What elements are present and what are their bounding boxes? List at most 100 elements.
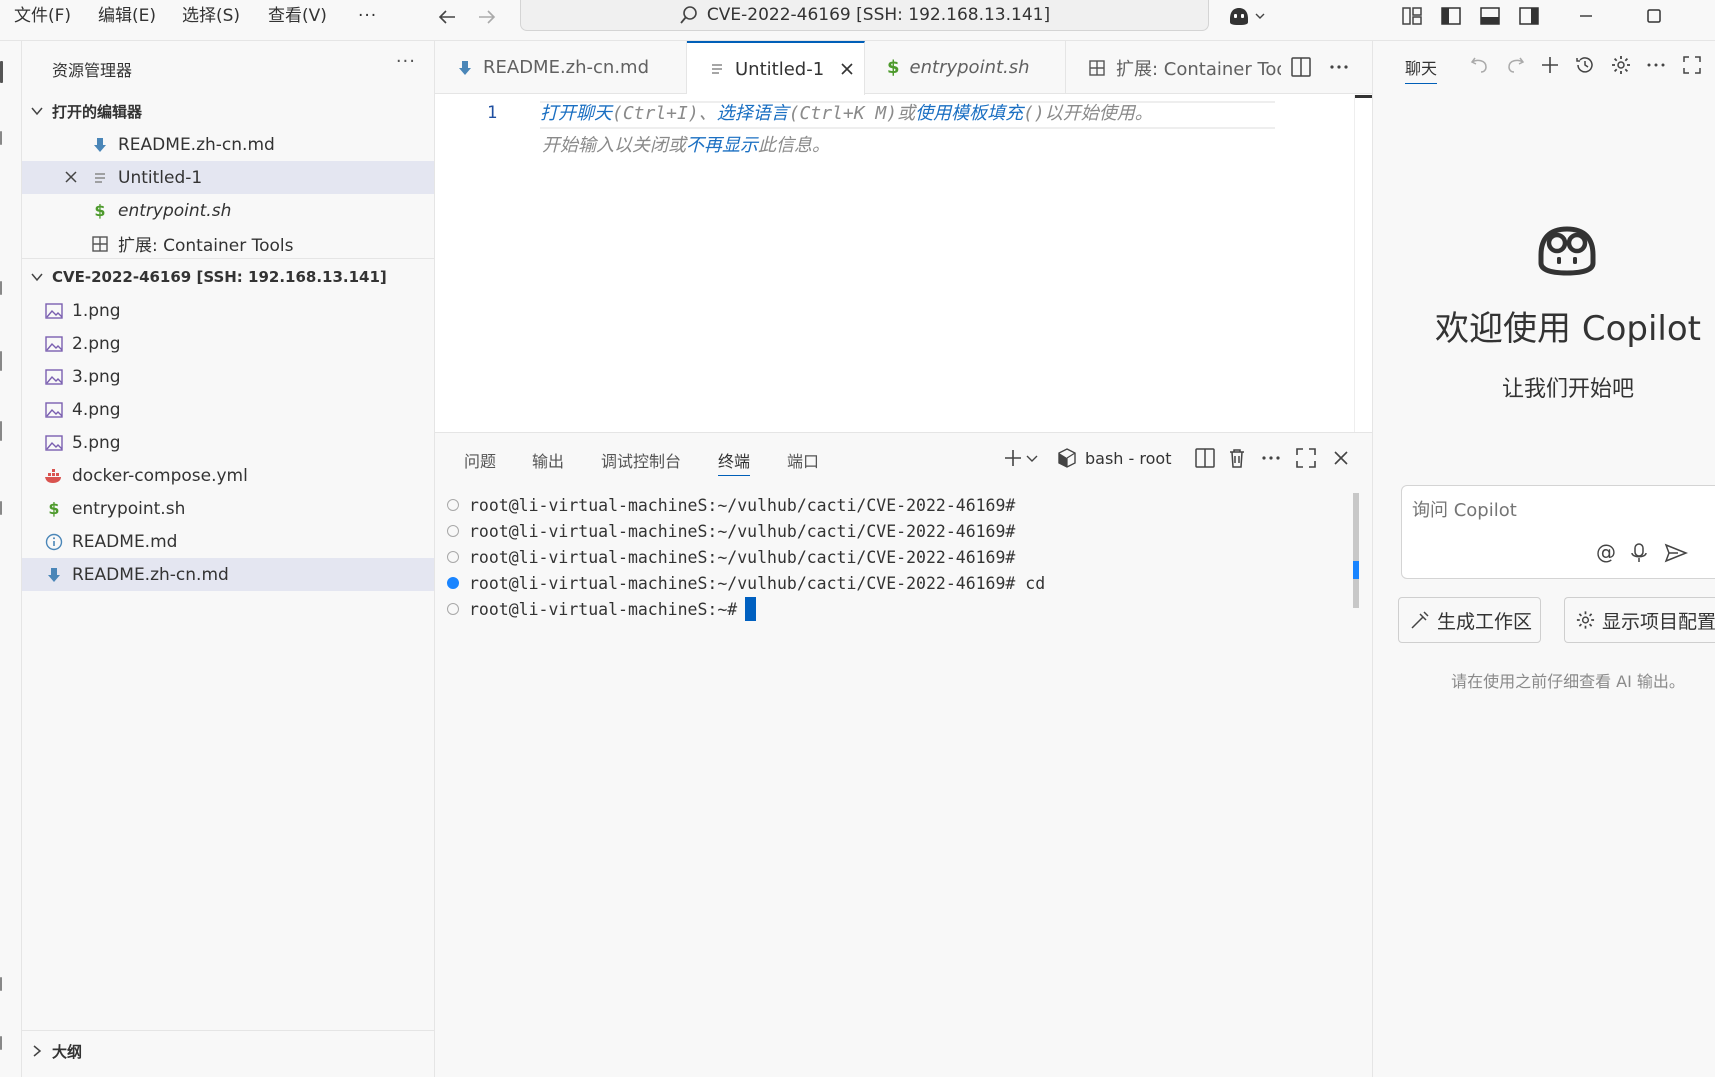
- maximize-icon[interactable]: [1681, 54, 1703, 76]
- forward-arrow-icon[interactable]: [476, 6, 498, 28]
- copilot-logo-icon: [1538, 226, 1596, 276]
- menu-more[interactable]: ···: [358, 4, 377, 28]
- outline-header[interactable]: 大纲: [22, 1036, 434, 1066]
- file-item[interactable]: 4.png: [22, 393, 434, 426]
- command-decoration-icon[interactable]: [447, 499, 459, 511]
- open-editor-label: README.zh-cn.md: [118, 134, 275, 155]
- file-item[interactable]: README.md: [22, 525, 434, 558]
- toggle-primary-sidebar-icon[interactable]: [1440, 5, 1462, 27]
- markdown-download-icon: [457, 60, 473, 76]
- more-actions-icon[interactable]: [1645, 54, 1667, 76]
- open-editor-item[interactable]: 扩展: Container Tools: [22, 227, 434, 260]
- tab-terminal[interactable]: 终端: [718, 448, 751, 476]
- workspace-folder-header[interactable]: CVE-2022-46169 [SSH: 192.168.13.141]: [22, 262, 434, 292]
- tab-extension-container-tools[interactable]: 扩展: Container Too: [1066, 41, 1281, 94]
- file-item[interactable]: $ entrypoint.sh: [22, 492, 434, 525]
- terminal-output[interactable]: root@li-virtual-machineS:~/vulhub/cacti/…: [435, 493, 1372, 1077]
- tab-output[interactable]: 输出: [532, 448, 564, 476]
- dont-show-again-link[interactable]: 不再显示: [686, 135, 758, 156]
- open-editor-item[interactable]: Untitled-1: [22, 161, 434, 194]
- file-label: 2.png: [72, 333, 121, 354]
- generate-workspace-button[interactable]: 生成工作区: [1398, 597, 1541, 643]
- tab-problems[interactable]: 问题: [464, 448, 496, 476]
- maximize-icon[interactable]: [1643, 5, 1665, 27]
- sidebar-more-button[interactable]: ···: [396, 51, 416, 72]
- editor-text-area[interactable]: 1 打开聊天(Ctrl+I)、选择语言(Ctrl+K M)或使用模板填充()以开…: [435, 95, 1372, 432]
- new-terminal-icon[interactable]: [1001, 446, 1025, 470]
- undo-icon[interactable]: [1469, 54, 1491, 76]
- editor-tab-bar: README.zh-cn.md Untitled-1 $ entrypoint.…: [435, 41, 1372, 95]
- back-arrow-icon[interactable]: [436, 6, 458, 28]
- close-icon[interactable]: [838, 60, 856, 78]
- chat-input[interactable]: [1412, 500, 1712, 521]
- source-control-activity-icon[interactable]: [0, 281, 2, 295]
- terminal-scrollbar[interactable]: [1353, 493, 1359, 608]
- more-actions-icon[interactable]: [1327, 55, 1351, 79]
- chat-input-box[interactable]: @: [1401, 485, 1715, 579]
- tab-ports[interactable]: 端口: [787, 448, 819, 476]
- open-editor-item[interactable]: $ entrypoint.sh: [22, 194, 434, 227]
- send-icon[interactable]: [1664, 542, 1688, 564]
- tab-chat[interactable]: 聊天: [1405, 55, 1438, 84]
- chevron-down-icon[interactable]: [1254, 5, 1266, 27]
- customize-layout-icon[interactable]: [1401, 5, 1423, 27]
- new-chat-icon[interactable]: [1539, 54, 1561, 76]
- split-editor-icon[interactable]: [1289, 55, 1313, 79]
- plain-text-icon: [709, 61, 725, 77]
- minimize-icon[interactable]: [1575, 5, 1597, 27]
- file-item[interactable]: 2.png: [22, 327, 434, 360]
- command-decoration-icon[interactable]: [447, 603, 459, 615]
- explorer-activity-icon[interactable]: [0, 61, 3, 83]
- manage-activity-icon[interactable]: [0, 1036, 2, 1050]
- workspace-folder-label: CVE-2022-46169 [SSH: 192.168.13.141]: [52, 268, 387, 286]
- run-debug-activity-icon[interactable]: [0, 351, 2, 371]
- select-language-link[interactable]: 选择语言: [717, 103, 789, 124]
- toggle-secondary-sidebar-icon[interactable]: [1518, 5, 1540, 27]
- command-decoration-icon[interactable]: [447, 525, 459, 537]
- tab-entrypoint[interactable]: $ entrypoint.sh: [865, 41, 1066, 94]
- command-decoration-icon[interactable]: [447, 577, 459, 589]
- remote-explorer-activity-icon[interactable]: [0, 421, 2, 441]
- maximize-panel-icon[interactable]: [1294, 446, 1318, 470]
- show-config-button[interactable]: 显示项目配置: [1564, 597, 1715, 643]
- tab-readme-zh-cn[interactable]: README.zh-cn.md: [435, 41, 687, 94]
- command-decoration-icon[interactable]: [447, 551, 459, 563]
- command-center[interactable]: CVE-2022-46169 [SSH: 192.168.13.141]: [520, 0, 1209, 31]
- gear-icon[interactable]: [1610, 54, 1632, 76]
- tab-untitled-1[interactable]: Untitled-1: [687, 41, 865, 95]
- editor-scrollbar[interactable]: [1354, 95, 1373, 432]
- mention-at-icon[interactable]: @: [1596, 540, 1616, 564]
- file-label: 1.png: [72, 300, 121, 321]
- accounts-activity-icon[interactable]: [0, 977, 2, 991]
- file-item[interactable]: 5.png: [22, 426, 434, 459]
- open-editors-header[interactable]: 打开的编辑器: [22, 96, 434, 126]
- extensions-activity-icon[interactable]: [0, 501, 2, 515]
- file-item[interactable]: 1.png: [22, 294, 434, 327]
- file-item[interactable]: README.zh-cn.md: [22, 558, 434, 591]
- menu-file[interactable]: 文件(F): [14, 4, 71, 28]
- menu-edit[interactable]: 编辑(E): [98, 4, 156, 28]
- copilot-icon[interactable]: [1226, 5, 1252, 27]
- toggle-panel-icon[interactable]: [1479, 5, 1501, 27]
- use-template-link[interactable]: 使用模板填充: [915, 103, 1023, 124]
- menu-view[interactable]: 查看(V): [268, 4, 327, 28]
- redo-icon[interactable]: [1504, 54, 1526, 76]
- copilot-chat-panel: 聊天 欢迎使用 Copilot 让我们开始吧 @ 生成工作区 显示项目配置 请在…: [1372, 41, 1715, 1077]
- terminal-profile[interactable]: bash - root: [1057, 445, 1171, 471]
- chevron-down-icon[interactable]: [1025, 446, 1039, 470]
- more-actions-icon[interactable]: [1259, 446, 1283, 470]
- history-icon[interactable]: [1574, 54, 1596, 76]
- close-icon[interactable]: [62, 168, 80, 186]
- menu-select[interactable]: 选择(S): [182, 4, 240, 28]
- file-item[interactable]: docker-compose.yml: [22, 459, 434, 492]
- trash-icon[interactable]: [1225, 446, 1249, 470]
- search-activity-icon[interactable]: [0, 131, 2, 145]
- close-panel-icon[interactable]: [1329, 446, 1353, 470]
- file-item[interactable]: 3.png: [22, 360, 434, 393]
- tab-debug-console[interactable]: 调试控制台: [601, 448, 681, 476]
- microphone-icon[interactable]: [1630, 542, 1648, 564]
- split-terminal-icon[interactable]: [1193, 446, 1217, 470]
- open-editor-item[interactable]: README.zh-cn.md: [22, 128, 434, 161]
- open-chat-link[interactable]: 打开聊天: [540, 103, 612, 124]
- terminal-line: root@li-virtual-machineS:~/vulhub/cacti/…: [447, 519, 1015, 543]
